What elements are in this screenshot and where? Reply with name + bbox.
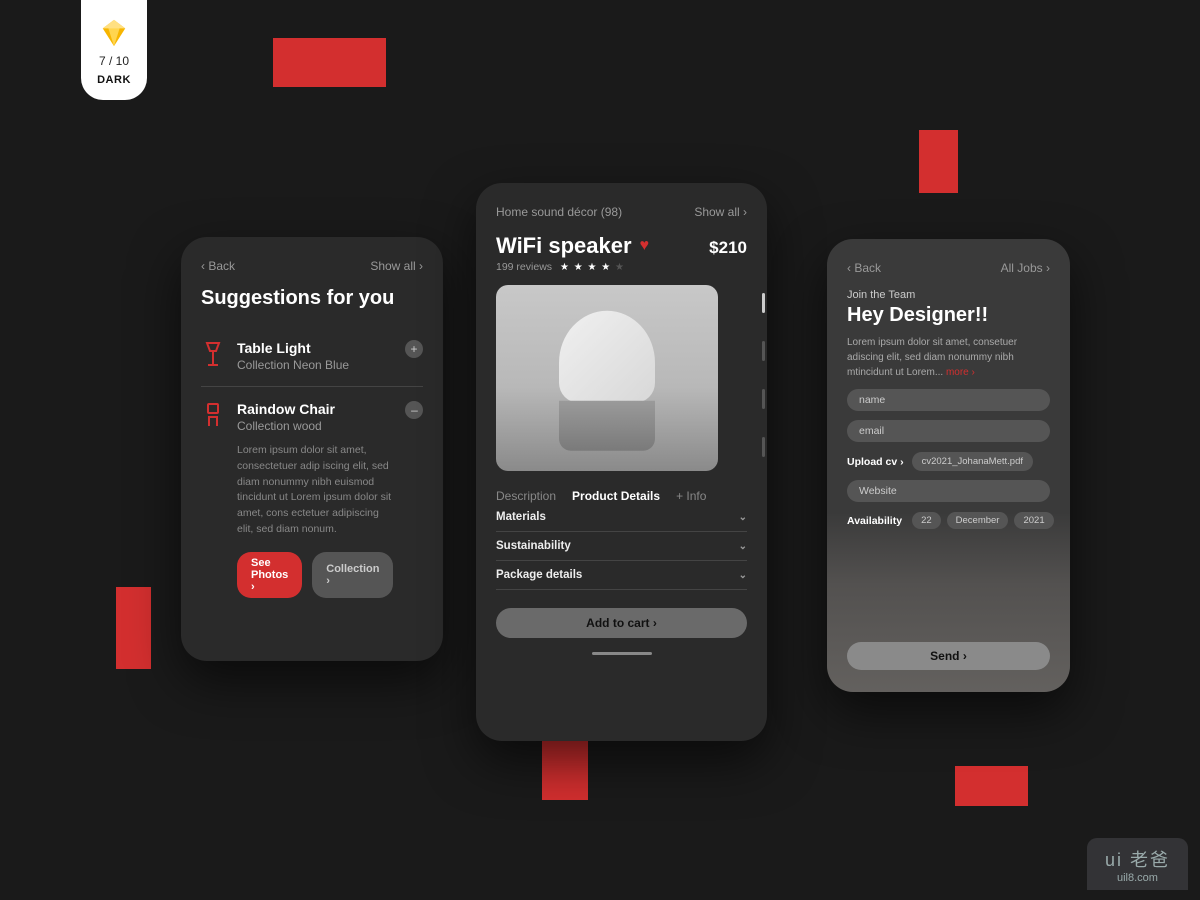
sketch-badge: 7 / 10 DARK [81, 0, 147, 100]
decor-red-4 [542, 736, 588, 800]
accordion-materials[interactable]: Materials ⌄ [496, 503, 747, 532]
join-team-card: ‹ Back All Jobs › Join the Team Hey Desi… [827, 239, 1070, 692]
sketch-diamond-icon [99, 18, 129, 48]
product-card: Home sound décor (98) Show all › WiFi sp… [476, 183, 767, 741]
scroll-indicator [592, 652, 652, 655]
product-price: $210 [709, 238, 747, 258]
show-all-link[interactable]: Show all › [370, 259, 423, 273]
back-link[interactable]: ‹ Back [847, 261, 881, 275]
suggestion-item[interactable]: Raindow Chair Collection wood Lorem ipsu… [201, 386, 423, 608]
upload-cv-label[interactable]: Upload cv › [847, 456, 904, 468]
join-desc: Lorem ipsum dolor sit amet, consetuer ad… [847, 335, 1050, 380]
lamp-icon [201, 340, 225, 368]
join-title: Hey Designer!! [847, 304, 1050, 327]
back-link[interactable]: ‹ Back [201, 259, 235, 273]
suggestions-card: ‹ Back Show all › Suggestions for you Ta… [181, 237, 443, 661]
rating-stars: ★ ★ ★ ★ ★ [560, 262, 625, 273]
tab-description[interactable]: Description [496, 489, 556, 503]
favorite-icon[interactable]: ♥ [640, 237, 650, 255]
decor-red-5 [955, 766, 1028, 806]
image-pager[interactable] [762, 293, 765, 457]
availability-label: Availability [847, 515, 902, 527]
avail-month[interactable]: December [947, 512, 1009, 529]
suggestions-title: Suggestions for you [201, 287, 423, 310]
join-subtitle: Join the Team [847, 289, 1050, 301]
item-name: Table Light [237, 340, 349, 356]
product-name: WiFi speaker [496, 233, 632, 259]
decor-red-2 [116, 587, 151, 669]
review-count: 199 reviews [496, 261, 552, 273]
accordion-sustainability[interactable]: Sustainability ⌄ [496, 532, 747, 561]
chair-icon [201, 401, 225, 429]
avail-day[interactable]: 22 [912, 512, 941, 529]
collection-button[interactable]: Collection › [312, 552, 393, 598]
chevron-down-icon: ⌄ [739, 570, 747, 581]
tab-info[interactable]: + Info [676, 489, 706, 503]
send-button[interactable]: Send › [847, 642, 1050, 670]
item-sub: Collection Neon Blue [237, 358, 349, 372]
website-field[interactable]: Website [847, 480, 1050, 502]
show-all-link[interactable]: Show all › [694, 205, 747, 219]
breadcrumb[interactable]: Home sound décor (98) [496, 205, 622, 219]
decor-red-1 [273, 38, 386, 87]
item-sub: Collection wood [237, 419, 393, 433]
see-photos-button[interactable]: See Photos › [237, 552, 302, 598]
watermark-url: uil8.com [1105, 872, 1170, 884]
product-image [496, 285, 718, 471]
item-desc: Lorem ipsum dolor sit amet, consectetuer… [237, 443, 393, 538]
badge-mode: DARK [97, 74, 131, 86]
accordion-package[interactable]: Package details ⌄ [496, 561, 747, 590]
decor-red-3 [919, 130, 958, 193]
chevron-down-icon: ⌄ [739, 512, 747, 523]
suggestion-item[interactable]: Table Light Collection Neon Blue + [201, 330, 423, 382]
add-to-cart-button[interactable]: Add to cart › [496, 608, 747, 638]
watermark: ui 老爸 uil8.com [1087, 838, 1188, 890]
collapse-button[interactable]: – [405, 401, 423, 419]
chevron-down-icon: ⌄ [739, 541, 747, 552]
watermark-brand: ui 老爸 [1105, 846, 1170, 872]
email-field[interactable]: email [847, 420, 1050, 442]
tab-product-details[interactable]: Product Details [572, 489, 660, 503]
avail-year[interactable]: 2021 [1014, 512, 1053, 529]
expand-button[interactable]: + [405, 340, 423, 358]
uploaded-file[interactable]: cv2021_JohanaMett.pdf [912, 452, 1033, 471]
more-link[interactable]: more › [946, 367, 975, 378]
badge-count: 7 / 10 [99, 54, 129, 68]
item-name: Raindow Chair [237, 401, 393, 417]
name-field[interactable]: name [847, 389, 1050, 411]
all-jobs-link[interactable]: All Jobs › [1001, 261, 1050, 275]
